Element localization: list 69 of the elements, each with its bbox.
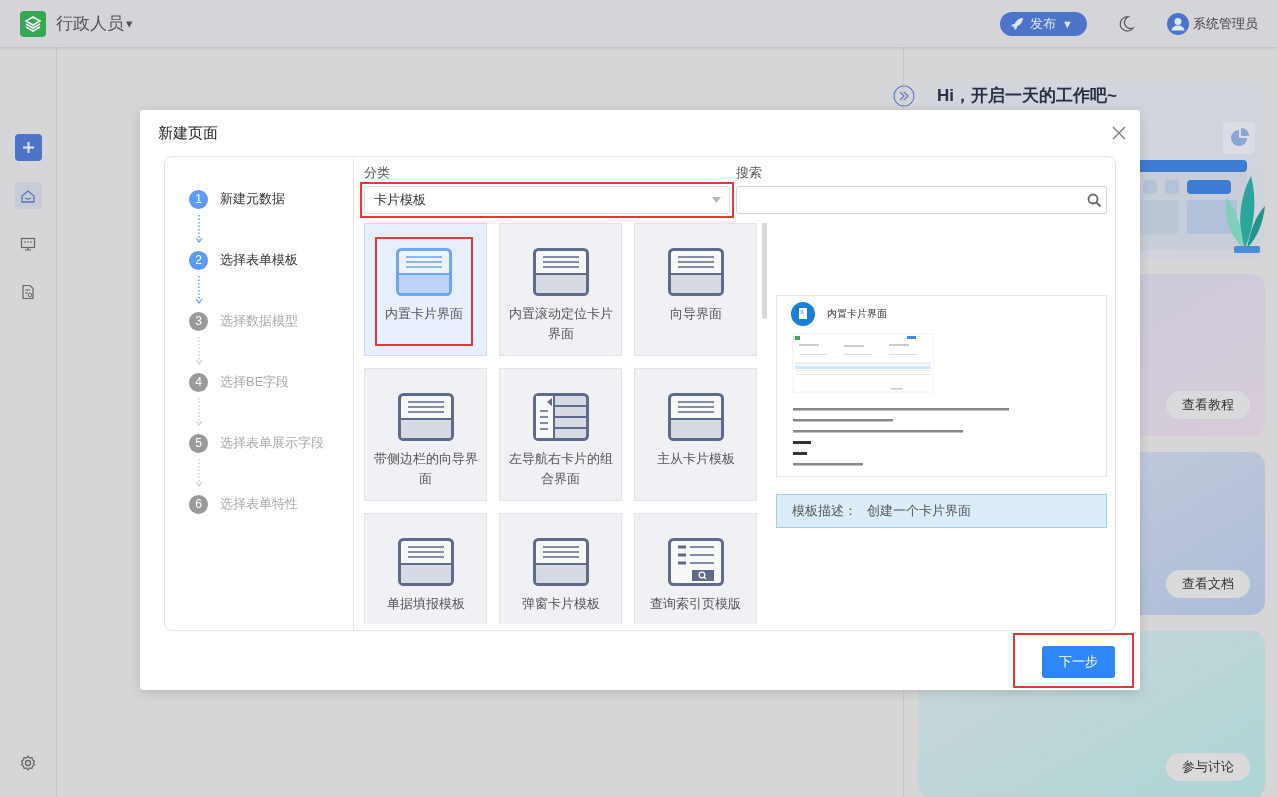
rocket-icon [1010, 16, 1025, 31]
scrollbar[interactable] [762, 223, 767, 319]
plus-icon [21, 141, 35, 154]
step-number: 6 [189, 494, 208, 514]
settings-icon[interactable] [20, 755, 36, 771]
search-icon [1087, 192, 1102, 208]
template-tile[interactable]: 查询索引页模版 [634, 513, 757, 624]
search-field[interactable] [736, 186, 1107, 214]
step-number: 2 [189, 250, 208, 270]
step-number: 5 [189, 433, 208, 453]
dropdown-caret-icon [712, 197, 721, 203]
highlight-frame: 内置卡片界面 [375, 237, 473, 346]
field-label: 搜索 [736, 164, 763, 182]
description-text: 创建一个卡片界面 [867, 502, 971, 520]
category-select[interactable]: 卡片模板 [364, 186, 730, 214]
template-tile[interactable]: 弹窗卡片模板 [499, 513, 622, 624]
step-connector-arrow [195, 275, 203, 305]
card-template-icon [532, 248, 589, 296]
step-number: 4 [189, 372, 208, 392]
description-label: 模板描述： [792, 502, 857, 520]
card-button[interactable]: 查看文档 [1166, 570, 1250, 598]
document-badge-icon [791, 302, 815, 326]
step-number: 3 [189, 311, 208, 331]
dialog-title: 新建页面 [158, 123, 218, 143]
publish-button[interactable]: 发布 ▼ [1000, 11, 1087, 36]
template-tile[interactable]: 单据填报模板 [364, 513, 487, 624]
sidebar-item[interactable] [14, 182, 42, 209]
step-connector-arrow [195, 458, 203, 488]
template-tile[interactable]: 内置滚动定位卡片界面 [499, 223, 622, 356]
template-tile[interactable]: 左导航右卡片的组合界面 [499, 368, 622, 501]
template-tile[interactable]: 主从卡片模板 [634, 368, 757, 501]
app-logo-icon [20, 10, 46, 37]
card-template-icon [532, 538, 589, 586]
step-connector-arrow [195, 397, 203, 427]
user-avatar-icon[interactable] [1167, 12, 1189, 35]
document-icon [20, 283, 36, 300]
step-label: 新建元数据 [220, 190, 285, 208]
expand-chevron-icon[interactable] [893, 85, 915, 107]
card-template-icon [667, 393, 724, 441]
card-template-icon [397, 538, 454, 586]
step-connector-arrow [195, 336, 203, 366]
step-label: 选择表单特性 [220, 495, 298, 513]
preview-title: 内置卡片界面 [827, 307, 887, 321]
caret-icon[interactable]: ▾ [126, 16, 133, 31]
user-name[interactable]: 系统管理员 [1193, 14, 1258, 33]
step-label: 选择表单模板 [220, 251, 298, 269]
step-connector-arrow [195, 214, 203, 244]
step-label: 选择BE字段 [220, 373, 290, 391]
card-template-icon [667, 248, 724, 296]
card-template-icon [397, 393, 454, 441]
template-tile[interactable]: 带侧边栏的向导界面 [364, 368, 487, 501]
monitor-icon [20, 235, 36, 252]
close-icon[interactable] [1112, 126, 1126, 140]
card-template-icon [396, 248, 452, 296]
next-button[interactable]: 下一步 [1042, 646, 1115, 678]
template-tile[interactable]: 向导界面 [634, 223, 757, 356]
moon-icon[interactable] [1117, 14, 1135, 33]
nav-card-template-icon [532, 393, 589, 441]
template-tile[interactable]: 内置卡片界面 [364, 223, 487, 356]
greeting-text: Hi，开启一天的工作吧~ [937, 86, 1117, 106]
query-template-icon [667, 538, 724, 586]
field-label: 分类 [364, 164, 391, 182]
add-button[interactable] [14, 134, 42, 161]
card-button[interactable]: 参与讨论 [1166, 753, 1250, 781]
app-title[interactable]: 行政人员 [56, 12, 124, 35]
step-number: 1 [189, 189, 208, 209]
step-label: 选择表单展示字段 [220, 434, 324, 452]
card-button[interactable]: 查看教程 [1166, 391, 1250, 419]
step-label: 选择数据模型 [220, 312, 298, 330]
